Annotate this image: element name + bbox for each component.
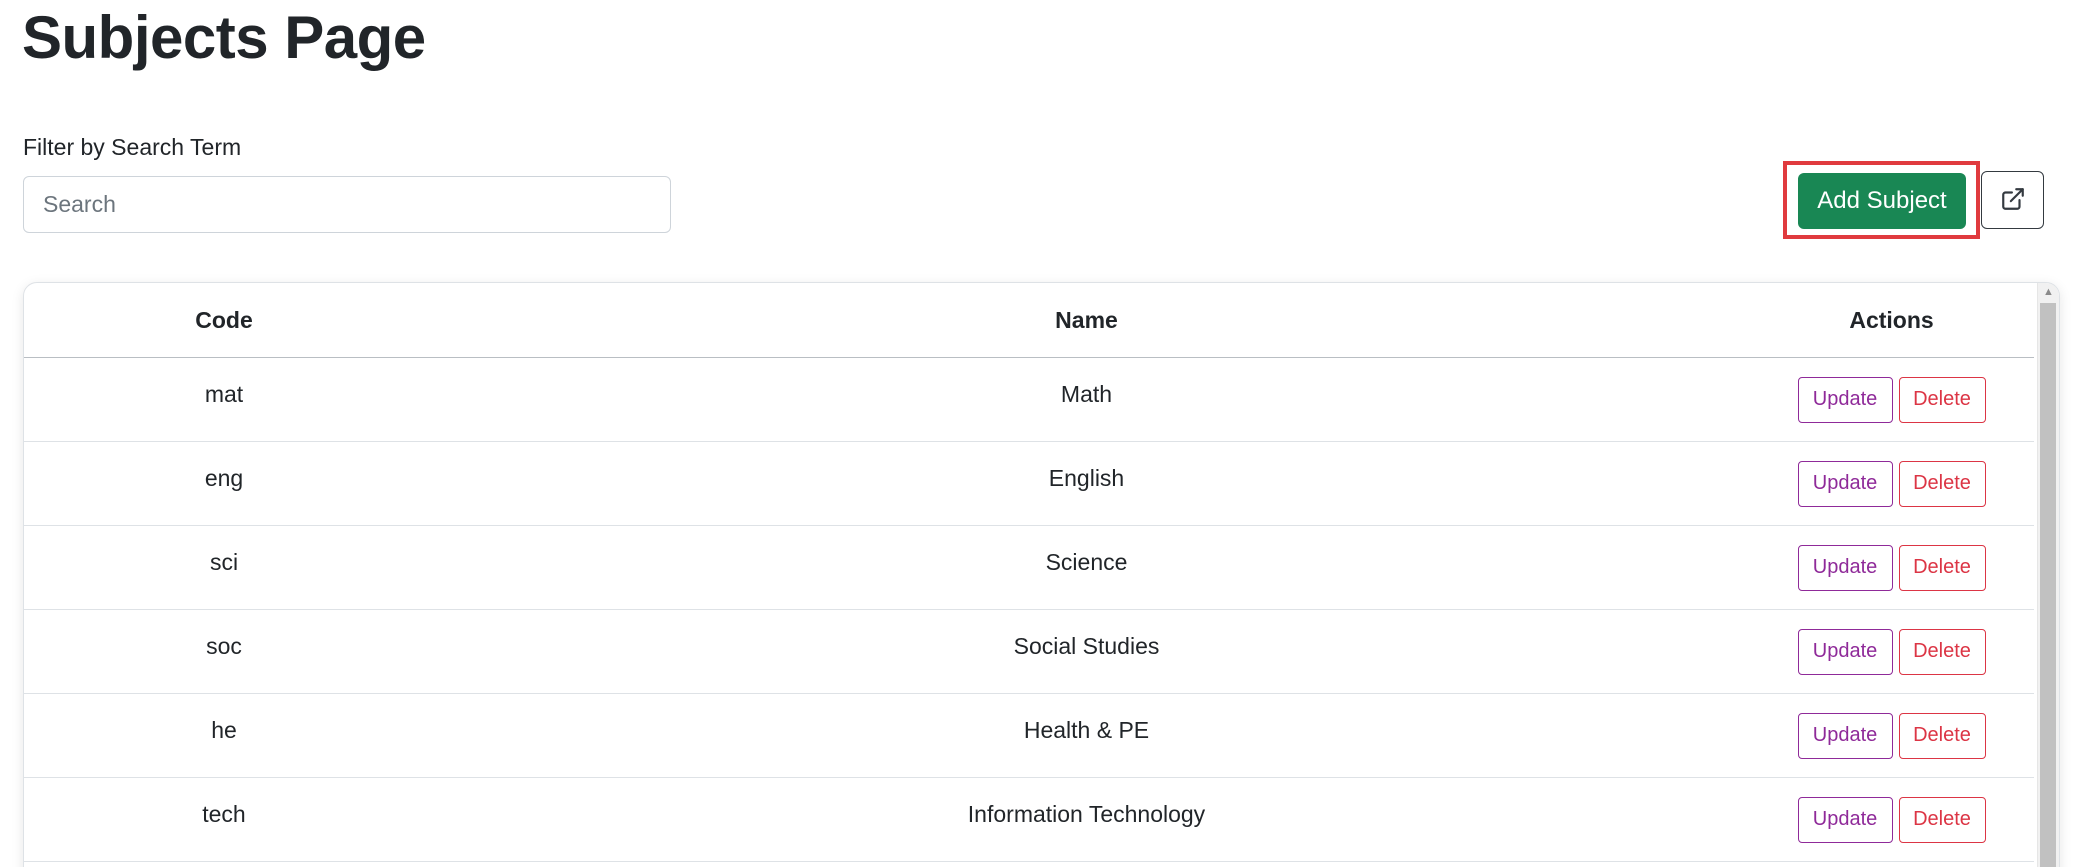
delete-button[interactable]: Delete: [1898, 544, 1986, 591]
table-row: sci Science Update Delete: [24, 525, 2034, 610]
actions-cell: Update Delete: [1749, 357, 2034, 442]
delete-button[interactable]: Delete: [1898, 460, 1986, 507]
code-text: sci: [209, 549, 239, 575]
table-row: eng English Update Delete: [24, 441, 2034, 526]
code-cell: he: [24, 693, 424, 778]
delete-button[interactable]: Delete: [1898, 796, 1986, 843]
code-text: mat: [204, 381, 244, 407]
update-button[interactable]: Update: [1797, 376, 1893, 423]
name-text: English: [1048, 465, 1125, 491]
subjects-table: Code Name Actions mat Math Update Delete: [24, 283, 2034, 862]
external-link-icon: [2000, 186, 2026, 215]
actions-cell: Update Delete: [1749, 777, 2034, 862]
code-text: tech: [202, 801, 246, 827]
name-cell: Science: [424, 525, 1749, 610]
code-cell: tech: [24, 777, 424, 862]
table-row: he Health & PE Update Delete: [24, 693, 2034, 778]
name-text: Information Technology: [967, 801, 1206, 827]
update-button[interactable]: Update: [1797, 796, 1893, 843]
code-cell: eng: [24, 441, 424, 526]
update-button[interactable]: Update: [1797, 628, 1893, 675]
name-text: Math: [1060, 381, 1113, 407]
scroll-up-arrow-icon[interactable]: ▲: [2038, 283, 2059, 301]
name-text: Health & PE: [1023, 717, 1150, 743]
delete-button[interactable]: Delete: [1898, 712, 1986, 759]
actions-cell: Update Delete: [1749, 609, 2034, 694]
name-text: Social Studies: [1013, 633, 1160, 659]
table-scroll-area[interactable]: Code Name Actions mat Math Update Delete: [24, 283, 2034, 862]
table-row: soc Social Studies Update Delete: [24, 609, 2034, 694]
filter-label: Filter by Search Term: [23, 134, 242, 160]
name-text: Science: [1045, 549, 1128, 575]
vertical-scrollbar[interactable]: ▲: [2037, 283, 2059, 867]
delete-button[interactable]: Delete: [1898, 628, 1986, 675]
scrollbar-thumb[interactable]: [2040, 303, 2056, 867]
actions-cell: Update Delete: [1749, 525, 2034, 610]
page-title: Subjects Page: [22, 4, 426, 71]
actions-cell: Update Delete: [1749, 693, 2034, 778]
code-cell: soc: [24, 609, 424, 694]
name-cell: English: [424, 441, 1749, 526]
subjects-table-card: Code Name Actions mat Math Update Delete: [23, 282, 2060, 867]
table-header-row: Code Name Actions: [24, 283, 2034, 358]
add-subject-button[interactable]: Add Subject: [1798, 173, 1966, 229]
open-external-button[interactable]: [1981, 171, 2044, 229]
code-cell: sci: [24, 525, 424, 610]
code-text: he: [211, 717, 237, 743]
update-button[interactable]: Update: [1797, 544, 1893, 591]
header-name[interactable]: Name: [424, 283, 1749, 358]
code-cell: mat: [24, 357, 424, 442]
search-input[interactable]: [23, 176, 671, 233]
name-cell: Social Studies: [424, 609, 1749, 694]
subjects-page: Subjects Page Filter by Search Term Add …: [0, 0, 2075, 867]
delete-button[interactable]: Delete: [1898, 376, 1986, 423]
table-row: tech Information Technology Update Delet…: [24, 777, 2034, 862]
actions-cell: Update Delete: [1749, 441, 2034, 526]
table-row: mat Math Update Delete: [24, 357, 2034, 442]
header-actions: Actions: [1749, 283, 2034, 358]
name-cell: Information Technology: [424, 777, 1749, 862]
name-cell: Math: [424, 357, 1749, 442]
update-button[interactable]: Update: [1797, 712, 1893, 759]
update-button[interactable]: Update: [1797, 460, 1893, 507]
code-text: soc: [206, 633, 242, 659]
header-code[interactable]: Code: [24, 283, 424, 358]
name-cell: Health & PE: [424, 693, 1749, 778]
code-text: eng: [204, 465, 244, 491]
